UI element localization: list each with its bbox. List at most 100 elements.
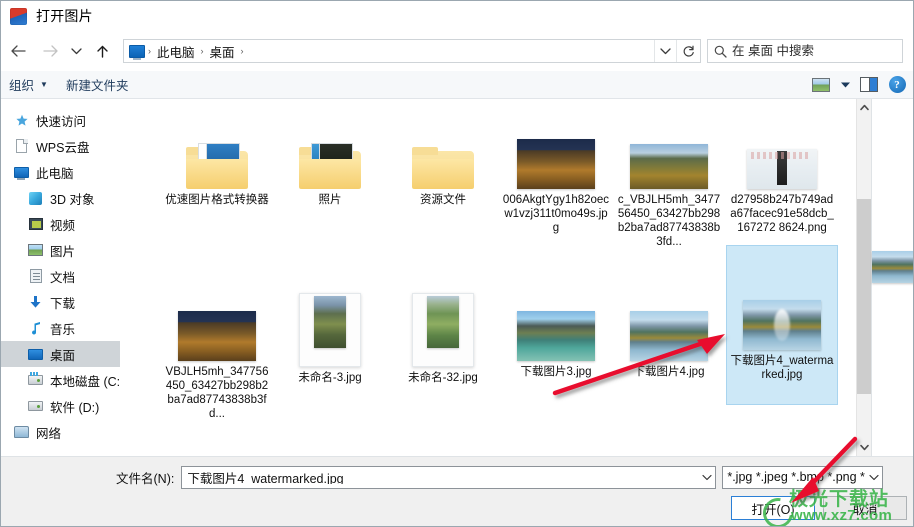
file-item-image-selected[interactable]: 下载图片4_watermarked.jpg xyxy=(726,245,838,405)
filename-field[interactable] xyxy=(181,465,717,489)
sidebar-item-this-pc[interactable]: 此电脑 xyxy=(1,159,133,185)
file-item-image[interactable]: 006AkgtYgy1h82oecw1vzj311t0mo49s.jpg xyxy=(500,99,612,253)
sidebar-item-desktop[interactable]: 桌面 xyxy=(1,341,133,367)
refresh-button[interactable] xyxy=(676,40,700,62)
sidebar-item-quick-access[interactable]: 快速访问 xyxy=(1,107,133,133)
chevron-down-icon[interactable] xyxy=(866,474,882,481)
this-pc-monitor-icon xyxy=(13,164,30,180)
address-dropdown-button[interactable] xyxy=(654,40,676,62)
documents-icon xyxy=(27,268,44,284)
search-input[interactable] xyxy=(732,44,902,58)
sidebar-label: 图片 xyxy=(50,244,76,259)
back-button[interactable] xyxy=(5,38,31,64)
sidebar-label: 文档 xyxy=(50,270,76,285)
sidebar-item-software-d[interactable]: 软件 (D:) xyxy=(1,393,133,419)
filename-input[interactable] xyxy=(182,470,699,484)
dialog-body: 快速访问 WPS云盘 此电脑 3D 对象 视频 图片 文档 下载 音乐 桌面 本… xyxy=(1,99,913,457)
thumbnail xyxy=(728,105,836,189)
search-icon xyxy=(708,45,732,58)
sidebar-label: 此电脑 xyxy=(36,166,74,181)
photo-thumbnail xyxy=(743,300,821,350)
refresh-icon xyxy=(683,45,694,57)
sidebar-item-videos[interactable]: 视频 xyxy=(1,211,133,237)
file-row: 优速图片格式转换器 照片 资源文件 006AkgtYgy1h82oecw1vzj… xyxy=(161,99,851,253)
pin-star-icon xyxy=(13,112,30,128)
sidebar-item-downloads[interactable]: 下载 xyxy=(1,289,133,315)
sidebar-label: 3D 对象 xyxy=(50,192,95,207)
open-file-dialog: 打开图片 › 此电脑 › 桌面 › 在 桌面 中搜索 组织 ▼ 新建文件夹 ? … xyxy=(0,0,914,527)
sidebar-label: 快速访问 xyxy=(36,114,87,129)
filename-label: 文件名(N): xyxy=(116,471,175,486)
sidebar-label: 本地磁盘 (C:) xyxy=(50,374,125,389)
file-name: 优速图片格式转换器 xyxy=(165,194,269,206)
organize-button[interactable]: 组织 ▼ xyxy=(1,71,57,98)
sidebar-item-3d-objects[interactable]: 3D 对象 xyxy=(1,185,133,211)
file-type-filter[interactable]: *.jpg *.jpeg *.bmp *.png *.tif xyxy=(722,465,884,489)
file-item-image[interactable]: d27958b247b749ada67facec91e58dcb_167272 … xyxy=(726,99,838,253)
chevron-down-icon xyxy=(860,444,869,451)
up-button[interactable] xyxy=(89,38,115,64)
drive-icon xyxy=(27,398,44,414)
sidebar-label: 软件 (D:) xyxy=(50,400,100,415)
file-item-folder[interactable]: 照片 xyxy=(274,99,386,253)
preview-pane-icon[interactable] xyxy=(855,71,883,98)
breadcrumb-item-0[interactable]: 此电脑 xyxy=(154,42,198,61)
thumbnail xyxy=(389,251,497,367)
recent-locations-button[interactable] xyxy=(67,38,85,64)
file-item-image[interactable]: 下载图片5.jpg xyxy=(161,427,273,456)
sidebar-item-pictures[interactable]: 图片 xyxy=(1,237,133,263)
help-button[interactable]: ? xyxy=(883,71,911,98)
scroll-up-button[interactable] xyxy=(857,99,871,116)
sidebar-item-local-disk-c[interactable]: 本地磁盘 (C:) xyxy=(1,367,133,393)
file-item-folder[interactable]: 资源文件 xyxy=(387,99,499,253)
breadcrumb[interactable]: › 此电脑 › 桌面 › xyxy=(124,40,654,62)
navigation-sidebar: 快速访问 WPS云盘 此电脑 3D 对象 视频 图片 文档 下载 音乐 桌面 本… xyxy=(1,99,133,456)
arrow-right-icon xyxy=(42,45,58,57)
preview-pane xyxy=(871,99,913,456)
open-button[interactable]: 打开(O) xyxy=(731,496,815,520)
file-name: 未命名-3.jpg xyxy=(298,372,362,384)
sidebar-label: 下载 xyxy=(50,296,76,311)
filename-row: 文件名(N): *.jpg *.jpeg *.bmp *.png *.tif xyxy=(1,465,913,489)
title-bar: 打开图片 xyxy=(1,1,913,31)
file-item-image[interactable]: 下载图片4.jpg xyxy=(613,245,725,425)
view-layout-icon[interactable] xyxy=(807,71,835,98)
window-title: 打开图片 xyxy=(36,8,93,24)
search-box[interactable] xyxy=(707,39,903,63)
new-folder-button[interactable]: 新建文件夹 xyxy=(57,71,138,98)
sidebar-item-documents[interactable]: 文档 xyxy=(1,263,133,289)
sidebar-label: 音乐 xyxy=(50,322,76,337)
file-name: 未命名-32.jpg xyxy=(408,372,478,384)
chevron-down-icon xyxy=(660,48,671,55)
cancel-button[interactable]: 取消 xyxy=(823,496,907,520)
dialog-buttons: 打开(O) 取消 xyxy=(731,496,907,520)
address-bar[interactable]: › 此电脑 › 桌面 › xyxy=(123,39,701,63)
photo-thumbnail xyxy=(178,311,256,361)
app-image-icon xyxy=(10,7,27,25)
document-icon xyxy=(13,138,30,154)
file-item-image[interactable]: 未命名-3.jpg xyxy=(274,245,386,425)
cube-3d-icon xyxy=(27,190,44,206)
breadcrumb-item-1[interactable]: 桌面 xyxy=(207,42,238,61)
file-item-folder[interactable]: 优速图片格式转换器 xyxy=(161,99,273,253)
file-item-image[interactable]: c_VBJLH5mh_347756450_63427bb298b2ba7ad87… xyxy=(613,99,725,253)
command-toolbar: 组织 ▼ 新建文件夹 ? xyxy=(1,71,913,99)
file-name: 下载图片4.jpg xyxy=(633,366,705,378)
file-item-image[interactable]: 下载图片3.jpg xyxy=(500,245,612,425)
sidebar-item-network[interactable]: 网络 xyxy=(1,419,133,445)
scrollbar-thumb[interactable] xyxy=(857,199,871,394)
scroll-down-button[interactable] xyxy=(857,439,871,456)
filename-dropdown-button[interactable] xyxy=(698,467,715,488)
sidebar-scrollbar[interactable] xyxy=(120,99,133,456)
photo-thumbnail xyxy=(517,311,595,361)
file-item-image[interactable]: VBJLH5mh_347756450_63427bb298b2ba7ad8774… xyxy=(161,245,273,425)
file-list-scrollbar[interactable] xyxy=(856,99,871,456)
sidebar-label: 网络 xyxy=(36,426,62,441)
file-item-image[interactable]: 未命名-32.jpg xyxy=(387,245,499,425)
preview-thumbnail xyxy=(872,251,913,283)
forward-button[interactable] xyxy=(37,38,63,64)
sidebar-item-music[interactable]: 音乐 xyxy=(1,315,133,341)
sidebar-item-wps-cloud[interactable]: WPS云盘 xyxy=(1,133,133,159)
view-dropdown-button[interactable] xyxy=(835,71,855,98)
file-list[interactable]: 优速图片格式转换器 照片 资源文件 006AkgtYgy1h82oecw1vzj… xyxy=(133,99,871,456)
